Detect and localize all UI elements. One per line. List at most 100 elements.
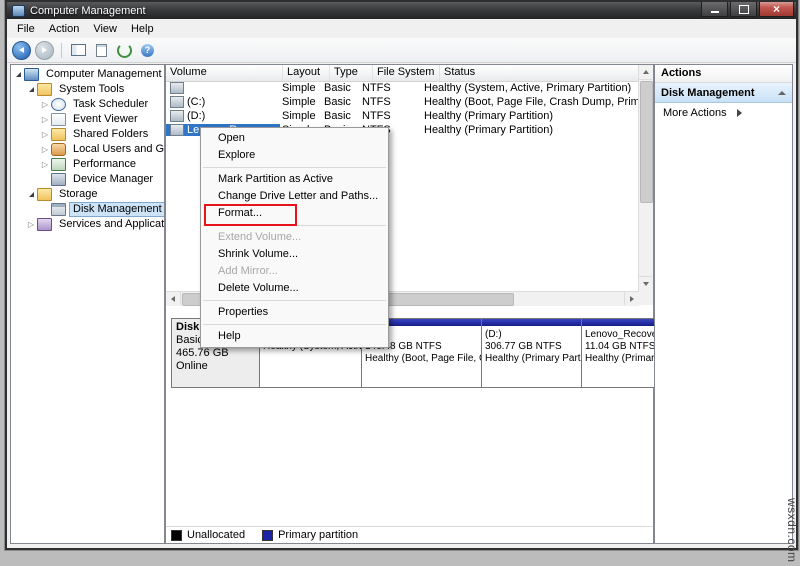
tree-item-event-viewer[interactable]: Event Viewer xyxy=(11,112,164,127)
context-menu-delete-volume[interactable]: Delete Volume... xyxy=(201,280,388,297)
format-label: Format... xyxy=(218,207,262,219)
document-icon xyxy=(96,44,107,57)
computer-icon xyxy=(24,68,39,81)
menu-bar: File Action View Help xyxy=(7,19,796,39)
expander-icon[interactable] xyxy=(40,146,50,154)
export-list-button[interactable] xyxy=(92,41,111,59)
scroll-left-button[interactable] xyxy=(166,292,181,305)
volume-layout: Simple xyxy=(280,82,322,94)
column-header-status[interactable]: Status xyxy=(440,65,639,81)
menu-action[interactable]: Action xyxy=(42,21,87,37)
column-header-layout[interactable]: Layout xyxy=(283,65,330,81)
performance-icon xyxy=(51,158,66,171)
tree-item-shared-folders[interactable]: Shared Folders xyxy=(11,127,164,142)
column-header-file-system[interactable]: File System xyxy=(373,65,440,81)
context-menu-explore[interactable]: Explore xyxy=(201,147,388,164)
computer-management-window: Computer Management File Action View Hel… xyxy=(5,0,798,550)
tree-item-performance[interactable]: Performance xyxy=(11,157,164,172)
close-button[interactable] xyxy=(759,2,794,17)
context-menu-change-drive-letter[interactable]: Change Drive Letter and Paths... xyxy=(201,188,388,205)
scroll-left-icon xyxy=(171,296,175,302)
vertical-scroll-thumb[interactable] xyxy=(640,81,653,203)
expander-icon[interactable] xyxy=(40,116,50,124)
volume-row[interactable]: Simple Basic NTFS Healthy (System, Activ… xyxy=(166,81,639,95)
tree-item-system-tools[interactable]: System Tools xyxy=(11,82,164,97)
volume-type: Basic xyxy=(322,96,360,108)
help-button[interactable] xyxy=(138,41,157,59)
title-bar[interactable]: Computer Management xyxy=(7,2,796,19)
menu-help[interactable]: Help xyxy=(124,21,161,37)
context-menu-mark-partition-active[interactable]: Mark Partition as Active xyxy=(201,171,388,188)
refresh-button[interactable] xyxy=(115,41,134,59)
context-menu-properties[interactable]: Properties xyxy=(201,304,388,321)
volume-icon xyxy=(170,96,184,108)
expander-icon[interactable] xyxy=(26,87,36,92)
disk-size: 465.76 GB xyxy=(176,347,255,360)
scroll-right-button[interactable] xyxy=(624,292,639,305)
expander-icon[interactable] xyxy=(26,192,36,197)
tree-item-local-users-and-groups[interactable]: Local Users and Groups xyxy=(11,142,164,157)
event-viewer-icon xyxy=(51,113,66,126)
back-arrow-icon xyxy=(19,47,24,53)
context-menu-shrink-volume[interactable]: Shrink Volume... xyxy=(201,246,388,263)
volume-file-system: NTFS xyxy=(360,110,422,122)
primary-partition-color-swatch xyxy=(262,530,273,541)
actions-section-disk-management[interactable]: Disk Management xyxy=(655,83,792,103)
expander-icon[interactable] xyxy=(40,101,50,109)
context-menu-open[interactable]: Open xyxy=(201,130,388,147)
column-header-volume[interactable]: Volume xyxy=(166,65,283,81)
menu-view[interactable]: View xyxy=(86,21,124,37)
volume-row[interactable]: (D:) Simple Basic NTFS Healthy (Primary … xyxy=(166,109,639,123)
tree-item-device-manager[interactable]: Device Manager xyxy=(11,172,164,187)
app-icon xyxy=(12,5,25,17)
volume-status: Healthy (Primary Partition) xyxy=(422,124,639,136)
tree-item-disk-management[interactable]: Disk Management xyxy=(11,202,164,217)
tree-item-computer-management[interactable]: Computer Management (Local xyxy=(11,67,164,82)
expander-icon[interactable] xyxy=(26,221,36,229)
menu-separator xyxy=(203,300,386,301)
expander-icon[interactable] xyxy=(40,161,50,169)
services-icon xyxy=(37,218,52,231)
refresh-icon xyxy=(117,43,132,58)
show-console-tree-button[interactable] xyxy=(69,41,88,59)
volume-icon xyxy=(170,124,184,136)
partition-status: Healthy (Boot, Page File, Crash Dump, Pr… xyxy=(365,353,478,365)
back-button[interactable] xyxy=(12,41,31,60)
menu-separator xyxy=(203,167,386,168)
volume-type: Basic xyxy=(322,110,360,122)
maximize-icon xyxy=(739,5,749,14)
partition-name: (D:) xyxy=(485,329,578,341)
tree-item-storage[interactable]: Storage xyxy=(11,187,164,202)
vertical-scrollbar[interactable] xyxy=(638,65,653,291)
tree-item-task-scheduler[interactable]: Task Scheduler xyxy=(11,97,164,112)
expander-icon[interactable] xyxy=(40,131,50,139)
tree-item-services-and-applications[interactable]: Services and Applications xyxy=(11,217,164,232)
window-controls xyxy=(699,2,794,17)
maximize-button[interactable] xyxy=(730,2,757,17)
context-menu-format[interactable]: Format... xyxy=(201,205,388,222)
minimize-button[interactable] xyxy=(701,2,728,17)
scroll-up-button[interactable] xyxy=(639,65,652,80)
expander-icon[interactable] xyxy=(13,72,23,77)
context-menu-help[interactable]: Help xyxy=(201,328,388,345)
device-manager-icon xyxy=(51,173,66,186)
menu-file[interactable]: File xyxy=(10,21,42,37)
volume-row[interactable]: (C:) Simple Basic NTFS Healthy (Boot, Pa… xyxy=(166,95,639,109)
disk-management-icon xyxy=(51,203,66,216)
partition-d[interactable]: (D:) 306.77 GB NTFS Healthy (Primary Par… xyxy=(482,318,582,388)
toolbar xyxy=(7,38,796,63)
scroll-down-button[interactable] xyxy=(639,276,652,291)
volume-context-menu: Open Explore Mark Partition as Active Ch… xyxy=(200,127,389,348)
desktop: Computer Management File Action View Hel… xyxy=(0,0,800,566)
menu-separator xyxy=(203,324,386,325)
forward-button[interactable] xyxy=(35,41,54,60)
scroll-down-icon xyxy=(643,282,649,286)
volume-type: Basic xyxy=(322,82,360,94)
more-actions-item[interactable]: More Actions xyxy=(655,103,792,123)
partition-status: Healthy (Primary Partition) xyxy=(485,353,578,365)
scroll-up-icon xyxy=(643,70,649,74)
users-icon xyxy=(51,143,66,156)
unallocated-color-swatch xyxy=(171,530,182,541)
scrollbar-corner xyxy=(639,291,653,305)
column-header-type[interactable]: Type xyxy=(330,65,373,81)
